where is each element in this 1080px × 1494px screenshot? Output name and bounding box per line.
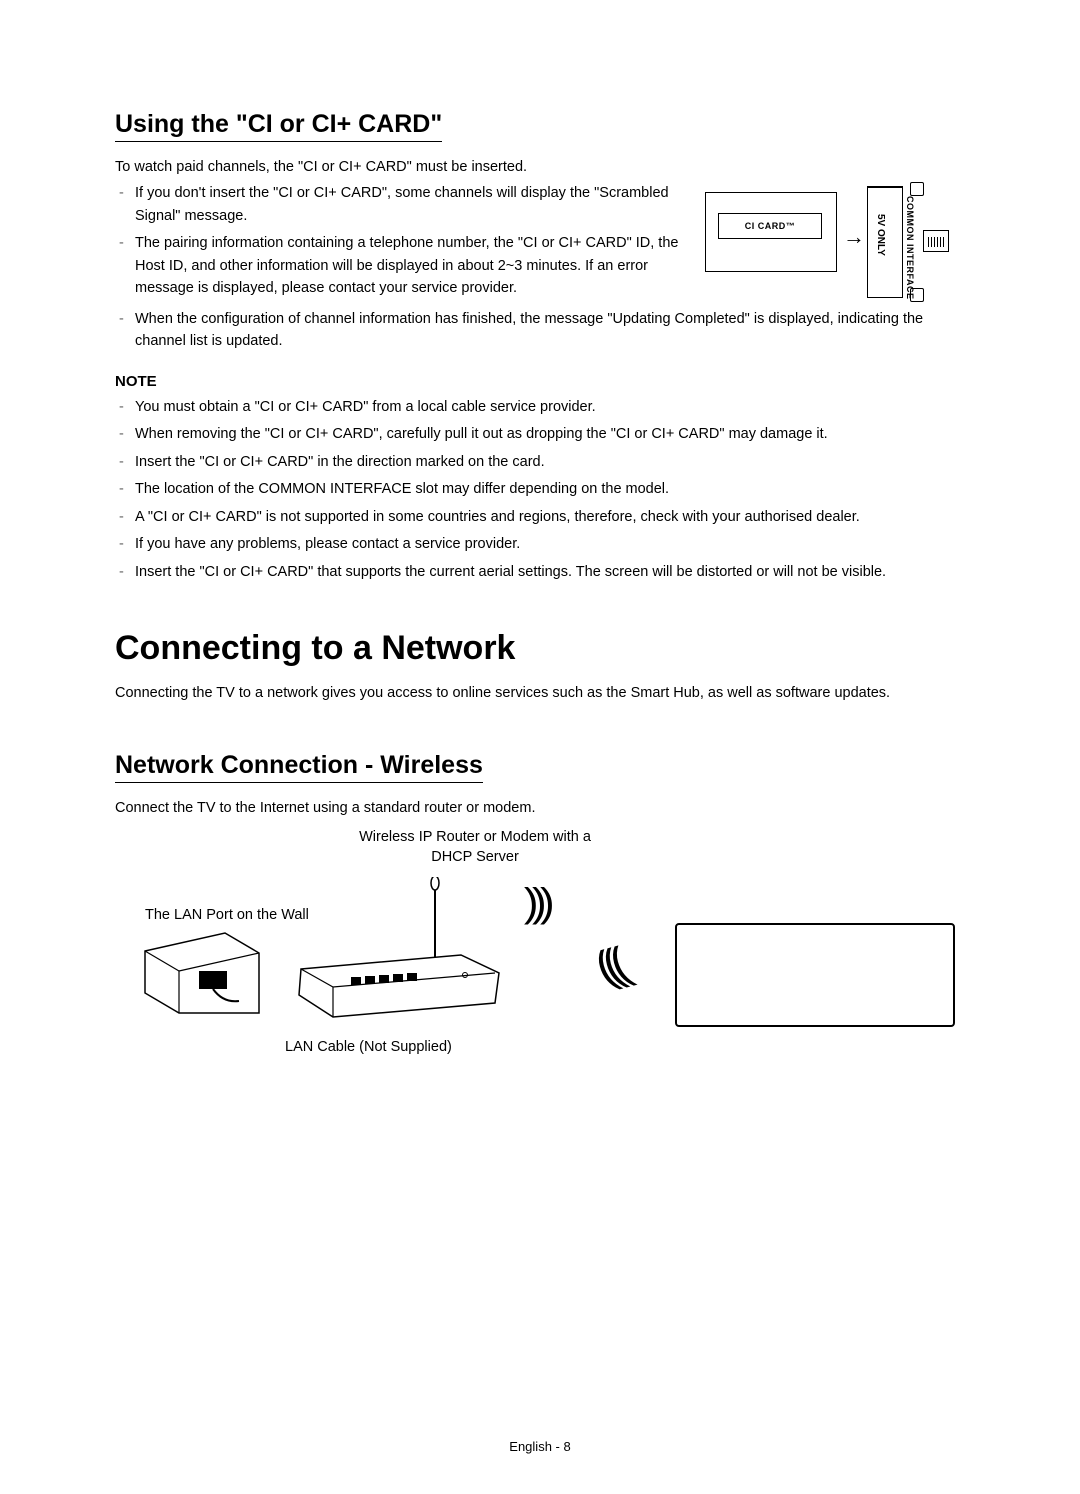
list-item: You must obtain a "CI or CI+ CARD" from …	[135, 396, 965, 418]
list-item: If you have any problems, please contact…	[135, 533, 965, 555]
ci-bullets-b: When the configuration of channel inform…	[115, 308, 965, 353]
ci-slot-5v-label: 5V ONLY	[875, 214, 886, 256]
ci-slot-common-interface-label: COMMON INTERFACE	[905, 196, 915, 300]
note-heading: NOTE	[115, 373, 965, 390]
wifi-wave-out-icon: )))	[524, 881, 548, 926]
arrow-right-icon: →	[843, 224, 865, 250]
section-heading-connecting: Connecting to a Network	[115, 629, 965, 668]
wifi-wave-in-icon: )))	[598, 935, 633, 993]
ci-card-label: CI CARD™	[718, 213, 822, 239]
page-footer: English - 8	[0, 1439, 1080, 1454]
tv-icon	[675, 923, 955, 1027]
wall-port-label: The LAN Port on the Wall	[145, 907, 309, 923]
connecting-intro: Connecting the TV to a network gives you…	[115, 682, 965, 704]
ci-intro: To watch paid channels, the "CI or CI+ C…	[115, 156, 685, 178]
list-item: A "CI or CI+ CARD" is not supported in s…	[135, 506, 965, 528]
wall-plate-icon	[143, 931, 261, 1015]
section-heading-ci-card: Using the "CI or CI+ CARD"	[115, 110, 442, 142]
list-item: When removing the "CI or CI+ CARD", care…	[135, 423, 965, 445]
lan-cable-label: LAN Cable (Not Supplied)	[285, 1039, 452, 1055]
list-item: Insert the "CI or CI+ CARD" that support…	[135, 561, 965, 583]
list-item: The pairing information containing a tel…	[135, 232, 685, 299]
wireless-diagram: Wireless IP Router or Modem with a DHCP …	[115, 827, 965, 1057]
list-item: If you don't insert the "CI or CI+ CARD"…	[135, 182, 685, 227]
ci-bullets-a: If you don't insert the "CI or CI+ CARD"…	[115, 182, 685, 299]
wireless-intro: Connect the TV to the Internet using a s…	[115, 797, 965, 819]
ci-card-outline: CI CARD™	[705, 192, 837, 272]
router-icon	[295, 877, 505, 1027]
list-item: The location of the COMMON INTERFACE slo…	[135, 478, 965, 500]
ci-card-diagram: CI CARD™ → 5V ONLY COMMON INTERFACE	[705, 186, 965, 306]
router-label: Wireless IP Router or Modem with a DHCP …	[345, 827, 605, 868]
section-heading-wireless: Network Connection - Wireless	[115, 751, 483, 783]
list-item: Insert the "CI or CI+ CARD" in the direc…	[135, 451, 965, 473]
ci-card-row: To watch paid channels, the "CI or CI+ C…	[115, 156, 965, 306]
note-bullets: You must obtain a "CI or CI+ CARD" from …	[115, 396, 965, 583]
ci-connector-icon	[923, 230, 949, 252]
list-item: When the configuration of channel inform…	[135, 308, 965, 353]
